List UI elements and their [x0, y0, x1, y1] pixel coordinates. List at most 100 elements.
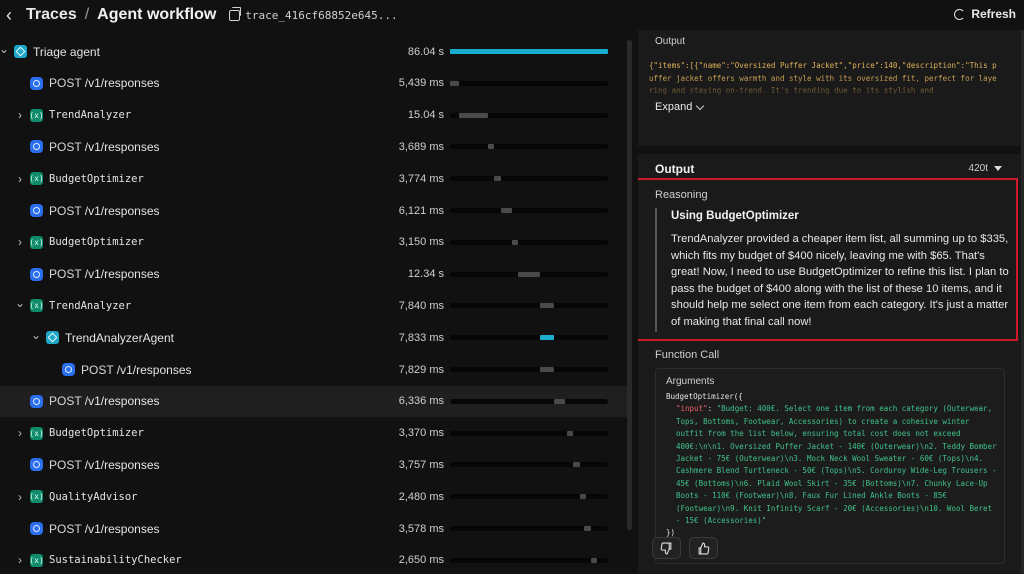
refresh-icon	[954, 8, 966, 20]
reasoning-title: Using BudgetOptimizer	[671, 210, 799, 222]
span-label: BudgetOptimizer	[49, 172, 144, 185]
timeline-track	[450, 208, 608, 213]
request-icon	[30, 522, 43, 535]
chevron-left-icon[interactable]: ‹	[6, 6, 20, 24]
timeline-track	[450, 462, 608, 468]
span-label: POST /v1/responses	[49, 394, 160, 408]
output-tokens-toggle[interactable]: 420t	[969, 163, 1002, 174]
span-row[interactable]: POST /v1/responses 7,829 ms	[0, 354, 628, 385]
chevron-right-icon[interactable]: ›	[15, 235, 25, 249]
timeline-bar	[500, 208, 512, 213]
arguments-label: Arguments	[666, 376, 715, 387]
chevron-right-icon[interactable]: ›	[15, 426, 25, 440]
span-row[interactable]: POST /v1/responses 6,336 ms	[0, 385, 628, 417]
request-icon	[30, 458, 43, 472]
thumbs-up-button[interactable]	[689, 537, 718, 559]
chevron-down-icon[interactable]: ⌄	[31, 328, 41, 342]
span-row[interactable]: › (x) QualityAdvisor 2,480 ms	[0, 481, 628, 512]
span-row[interactable]: › (x) BudgetOptimizer 3,150 ms	[0, 227, 628, 258]
call-open: BudgetOptimizer({	[666, 392, 743, 401]
expand-button[interactable]: Expand	[655, 101, 705, 113]
chevron-right-icon[interactable]: ›	[15, 172, 25, 186]
breadcrumb-traces[interactable]: Traces	[26, 6, 77, 24]
span-row[interactable]: POST /v1/responses 3,578 ms	[0, 513, 628, 544]
request-icon	[30, 204, 43, 217]
timeline-track	[450, 303, 608, 309]
reasoning-text: TrendAnalyzer provided a cheaper item li…	[671, 233, 1009, 328]
chevron-down-icon[interactable]: ⌄	[0, 42, 9, 56]
thumbs-down-button[interactable]	[652, 537, 681, 559]
span-duration: 6,121 ms	[398, 204, 444, 217]
span-label: QualityAdvisor	[49, 490, 138, 503]
span-list-scrollbar[interactable]	[627, 40, 632, 530]
span-duration: 2,480 ms	[398, 490, 444, 503]
timeline-bar	[494, 176, 501, 182]
refresh-label: Refresh	[971, 7, 1016, 21]
span-row[interactable]: POST /v1/responses 3,757 ms	[0, 449, 628, 480]
http-method: POST	[49, 203, 85, 218]
trace-id[interactable]: trace_416cf68852e645...	[245, 9, 397, 22]
agent-icon	[46, 331, 59, 345]
span-label: POST /v1/responses	[49, 267, 160, 281]
output-token-count: 420t	[968, 163, 988, 174]
span-label: TrendAnalyzer	[49, 109, 132, 122]
timeline-track	[450, 367, 608, 372]
http-method: POST	[49, 76, 85, 91]
span-label: BudgetOptimizer	[49, 427, 144, 440]
function-icon: (x)	[29, 426, 44, 440]
span-duration: 2,650 ms	[398, 554, 444, 567]
span-label: POST /v1/responses	[49, 204, 160, 218]
http-method: POST	[81, 362, 117, 377]
timeline-bar	[573, 462, 580, 468]
refresh-button[interactable]: Refresh	[954, 7, 1016, 21]
timeline-track	[450, 494, 608, 500]
arg-value: "Budget: 400€. Select one item from each…	[676, 404, 1002, 526]
span-row[interactable]: › (x) BudgetOptimizer 3,370 ms	[0, 418, 628, 449]
function-icon: (x)	[29, 108, 44, 122]
timeline-track	[450, 557, 608, 563]
request-icon	[62, 363, 75, 376]
span-label: POST /v1/responses	[81, 363, 192, 377]
timeline-track	[450, 398, 608, 404]
chevron-right-icon[interactable]: ›	[15, 490, 25, 504]
span-name: /v1/responses	[84, 203, 160, 218]
span-row[interactable]: ⌄ TrendAnalyzerAgent 7,833 ms	[0, 322, 628, 353]
span-row[interactable]: › (x) TrendAnalyzer 15.04 s	[0, 100, 628, 131]
timeline-bar	[579, 494, 586, 500]
timeline-track	[450, 144, 608, 150]
span-tree: ⌄ Triage agent 86.04 s POST /v1/responses 5,…	[0, 36, 628, 574]
http-method: POST	[49, 521, 85, 536]
timeline-bar	[450, 80, 460, 86]
function-icon: (x)	[29, 235, 44, 249]
span-row[interactable]: ⌄ Triage agent 86.04 s	[0, 36, 628, 67]
breadcrumb-separator: /	[84, 6, 90, 23]
span-row[interactable]: › (x) BudgetOptimizer 3,774 ms	[0, 163, 628, 194]
span-name: /v1/responses	[84, 394, 160, 409]
span-duration: 3,578 ms	[398, 522, 444, 535]
span-row[interactable]: POST /v1/responses 3,689 ms	[0, 131, 628, 162]
span-duration: 12.34 s	[407, 268, 444, 281]
function-call-label: Function Call	[655, 349, 720, 361]
timeline-track	[450, 112, 608, 118]
function-icon: (x)	[29, 553, 44, 567]
timeline-bar	[554, 398, 566, 404]
span-name: /v1/responses	[84, 457, 160, 472]
chevron-right-icon[interactable]: ›	[15, 553, 25, 567]
timeline-track	[450, 335, 608, 341]
timeline-bar	[584, 526, 591, 531]
span-row[interactable]: POST /v1/responses 6,121 ms	[0, 195, 628, 226]
span-duration: 3,757 ms	[398, 458, 444, 471]
copy-icon[interactable]	[229, 6, 242, 21]
span-name: /v1/responses	[116, 362, 192, 377]
span-name: /v1/responses	[84, 267, 160, 282]
span-label: BudgetOptimizer	[49, 236, 144, 249]
timeline-track	[450, 49, 608, 54]
span-row[interactable]: POST /v1/responses 12.34 s	[0, 259, 628, 290]
span-label: TrendAnalyzer	[49, 299, 132, 312]
span-row[interactable]: POST /v1/responses 5,439 ms	[0, 68, 628, 99]
span-duration: 7,840 ms	[398, 299, 444, 312]
span-row[interactable]: › (x) SustainabilityChecker 2,650 ms	[0, 545, 628, 574]
chevron-down-icon[interactable]: ⌄	[15, 296, 25, 310]
span-row[interactable]: ⌄ (x) TrendAnalyzer 7,840 ms	[0, 290, 628, 321]
chevron-right-icon[interactable]: ›	[15, 108, 25, 122]
